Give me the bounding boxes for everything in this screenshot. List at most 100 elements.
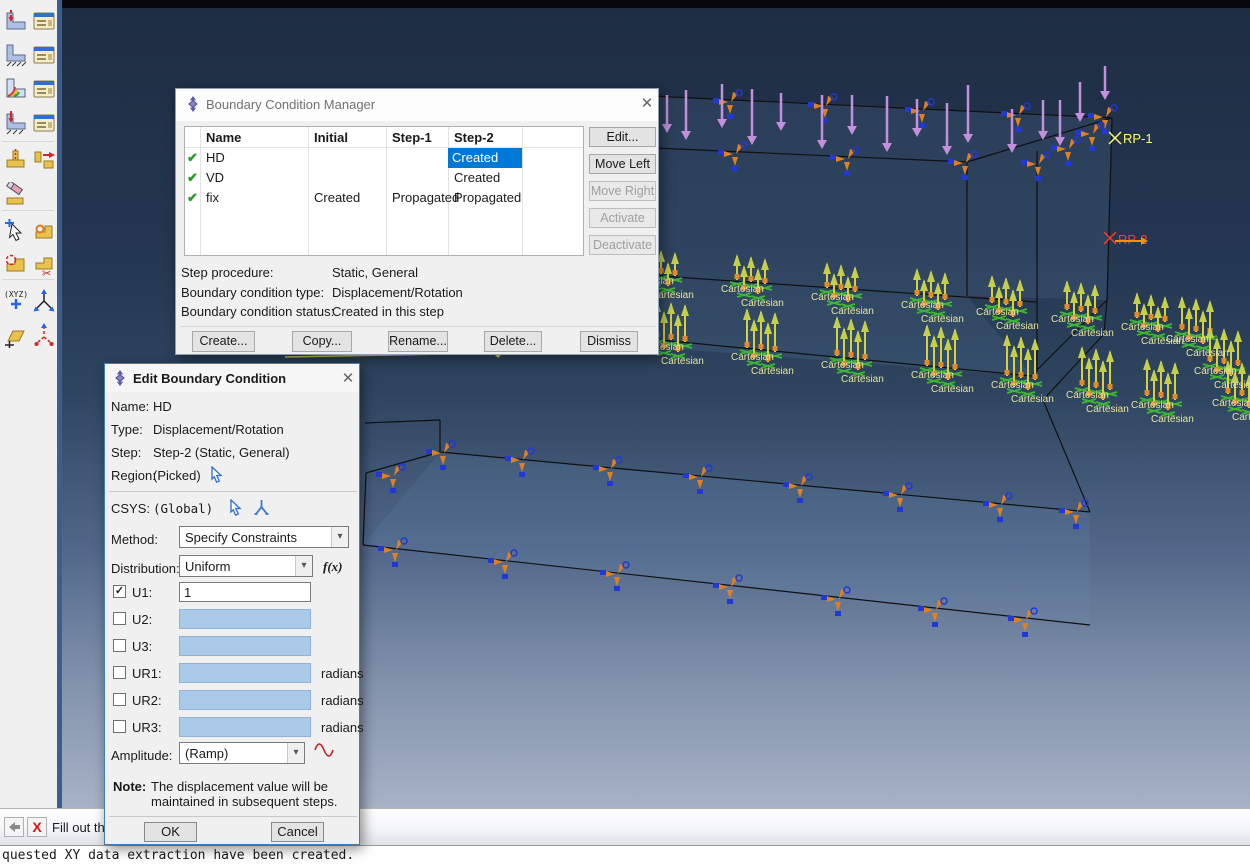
method-value: Specify Constraints	[185, 530, 297, 545]
svg-text:Cartesian: Cartesian	[1086, 404, 1129, 415]
delete-feature-icon[interactable]	[3, 182, 29, 208]
info-value: Created in this step	[332, 304, 445, 319]
create-button[interactable]: Create...	[192, 331, 255, 352]
rename-button[interactable]: Rename...	[388, 331, 448, 352]
create-load-icon[interactable]	[3, 8, 29, 34]
create-cut-icon[interactable]: ✂	[31, 252, 57, 278]
fx-create-expression-icon[interactable]: f(x)	[323, 559, 343, 575]
column-header: Initial	[314, 130, 348, 145]
bc-info-row: Boundary condition status: Created in thi…	[181, 304, 444, 319]
predefined-field-manager-icon[interactable]	[31, 76, 57, 102]
deactivate-button[interactable]: Deactivate	[589, 235, 656, 255]
create-spring-dashpot-icon[interactable]	[3, 148, 29, 174]
csys-pick-cursor-icon[interactable]	[229, 499, 246, 517]
ok-button[interactable]: OK	[144, 822, 197, 842]
datum-csys-icon[interactable]	[31, 288, 57, 314]
abaqus-dialog-icon	[112, 370, 128, 386]
delete-button[interactable]: Delete...	[484, 331, 542, 352]
distribution-value: Uniform	[185, 559, 231, 574]
table-cell[interactable]: Created	[454, 170, 500, 185]
svg-text:Cartesian: Cartesian	[821, 360, 864, 371]
copy-button[interactable]: Copy...	[292, 331, 352, 352]
checkbox-ur3[interactable]	[113, 720, 126, 733]
selected-cell[interactable]: Created	[448, 148, 522, 168]
dof-input-u2	[179, 609, 311, 629]
unit-label: radians	[321, 693, 364, 708]
activate-button[interactable]: Activate	[589, 208, 656, 228]
load-case-manager-icon[interactable]	[31, 110, 57, 136]
info-value: Static, General	[332, 265, 418, 280]
create-attachment-points-icon[interactable]	[3, 218, 29, 244]
svg-text:Cartesian: Cartesian	[1121, 322, 1164, 333]
bcm-title: Boundary Condition Manager	[206, 97, 376, 112]
table-cell[interactable]: Created	[314, 190, 360, 205]
distribution-select[interactable]: Uniform ▾	[179, 555, 313, 577]
create-predefined-field-icon[interactable]	[3, 76, 29, 102]
create-fastener-icon[interactable]	[31, 218, 57, 244]
table-cell[interactable]: Propagated	[454, 190, 521, 205]
table-cell[interactable]: VD	[206, 170, 224, 185]
csys-value: (Global)	[153, 501, 214, 516]
message-area: quested XY data extraction have been cre…	[0, 846, 1250, 865]
table-cell[interactable]: HD	[206, 150, 225, 165]
checkbox-u2[interactable]	[113, 612, 126, 625]
info-label: Boundary condition type:	[181, 284, 325, 300]
edit-button[interactable]: Edit...	[589, 127, 656, 147]
table-cell[interactable]: fix	[206, 190, 219, 205]
dof-input-u1[interactable]: 1	[179, 582, 311, 602]
svg-text:Cartesian: Cartesian	[841, 374, 884, 385]
boundary-condition-manager-icon[interactable]	[31, 42, 57, 68]
dof-row-ur3: UR3: radians	[105, 717, 364, 737]
create-inertia-icon[interactable]	[31, 148, 57, 174]
dof-row-ur2: UR2: radians	[105, 690, 364, 710]
bcm-close-icon[interactable]: ✕	[638, 95, 656, 113]
prompt-back-button[interactable]	[4, 817, 24, 837]
bc-row-HD[interactable]: ✔ HD Created	[185, 148, 583, 168]
edit-boundary-condition-dialog: Edit Boundary Condition ✕ Name: HD Type: Di…	[104, 363, 364, 845]
step-row: Step: Step-2 (Static, General)	[105, 445, 359, 465]
svg-text:Cartesian: Cartesian	[831, 306, 874, 317]
dof-label: U1:	[132, 585, 153, 600]
datum-point-xyz-icon[interactable]: (XYZ)	[3, 288, 29, 314]
amplitude-select[interactable]: (Ramp) ▾	[179, 742, 305, 764]
active-check-icon: ✔	[187, 190, 198, 205]
create-boundary-condition-icon[interactable]	[3, 42, 29, 68]
bc-row-VD[interactable]: ✔ VD Created	[185, 168, 583, 188]
toolbox-separator	[2, 279, 54, 280]
ebc-close-icon[interactable]: ✕	[339, 370, 357, 388]
table-header: Name Initial Step-1 Step-2	[185, 127, 583, 148]
abaqus-dialog-icon	[185, 96, 201, 112]
load-module-toolbox: ✂ (XYZ)	[0, 0, 57, 808]
svg-text:Cartesian: Cartesian	[1151, 414, 1194, 425]
datum-plane-icon[interactable]	[3, 322, 29, 348]
csys-label: CSYS:	[111, 501, 151, 516]
svg-text:Cartesian: Cartesian	[921, 314, 964, 325]
svg-text:Cartesian: Cartesian	[1071, 328, 1114, 339]
create-load-case-icon[interactable]	[3, 110, 29, 136]
checkbox-u1[interactable]: ✓	[113, 585, 126, 598]
dof-input-ur3	[179, 717, 311, 737]
table-cell[interactable]: Propagated	[392, 190, 459, 205]
move-left-button[interactable]: Move Left	[589, 154, 656, 174]
method-select[interactable]: Specify Constraints ▾	[179, 526, 349, 548]
move-right-button[interactable]: Move Right	[589, 181, 656, 201]
bc-table[interactable]: Name Initial Step-1 Step-2 ✔ HD Created ✔ VD Crea…	[184, 126, 584, 256]
cancel-button[interactable]: Cancel	[271, 822, 324, 842]
ebc-titlebar[interactable]: Edit Boundary Condition ✕	[105, 364, 359, 392]
load-manager-icon[interactable]	[31, 8, 57, 34]
checkbox-u3[interactable]	[113, 639, 126, 652]
prompt-cancel-button[interactable]: X	[27, 817, 47, 837]
region-pick-cursor-icon[interactable]	[210, 466, 227, 484]
bcm-titlebar[interactable]: Boundary Condition Manager ✕	[176, 89, 658, 121]
svg-text:Cartesian: Cartesian	[1194, 366, 1237, 377]
create-amplitude-icon[interactable]	[313, 740, 337, 758]
bc-row-fix[interactable]: ✔ fix Created Propagated Propagated	[185, 188, 583, 208]
datum-axis-icon[interactable]	[31, 322, 57, 348]
csys-datum-axes-icon[interactable]	[253, 499, 270, 517]
dismiss-button[interactable]: Dismiss	[580, 331, 638, 352]
checkbox-ur2[interactable]	[113, 693, 126, 706]
chevron-down-icon: ▾	[295, 556, 312, 576]
dof-input-ur2	[179, 690, 311, 710]
checkbox-ur1[interactable]	[113, 666, 126, 679]
create-wire-feature-icon[interactable]	[3, 252, 29, 278]
